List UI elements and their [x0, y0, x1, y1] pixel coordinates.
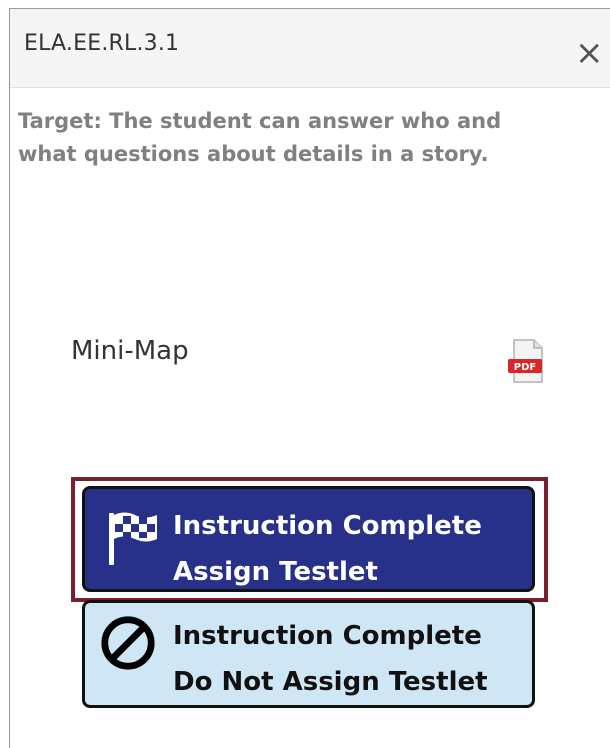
pdf-icon[interactable]: PDF	[508, 338, 548, 384]
checkered-flag-icon	[109, 512, 157, 565]
assign-testlet-label: Instruction Complete Assign Testlet	[173, 511, 482, 587]
pdf-icon-label: PDF	[514, 362, 536, 373]
dialog-header: ELA.EE.RL.3.1	[10, 9, 610, 88]
do-not-assign-testlet-button[interactable]: Instruction Complete Do Not Assign Testl…	[82, 600, 535, 708]
prohibited-icon	[101, 616, 155, 670]
assign-testlet-button[interactable]: Instruction Complete Assign Testlet	[82, 486, 535, 592]
dialog-title: ELA.EE.RL.3.1	[24, 31, 180, 56]
close-button[interactable]: ×	[575, 36, 604, 70]
do-not-assign-testlet-label: Instruction Complete Do Not Assign Testl…	[173, 621, 488, 697]
close-icon: ×	[575, 33, 604, 73]
minimap-label: Mini-Map	[71, 336, 189, 366]
target-description: Target: The student can answer who and w…	[18, 109, 502, 166]
